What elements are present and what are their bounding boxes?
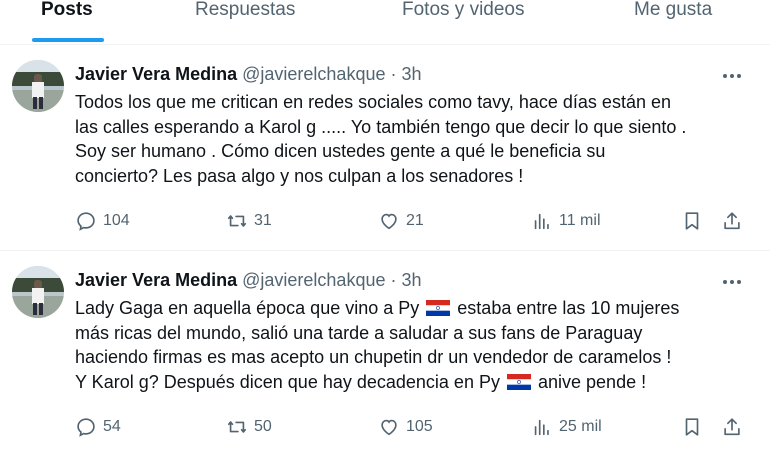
- more-options-icon[interactable]: [720, 65, 744, 87]
- view-count: 11 mil: [559, 212, 601, 229]
- post-time[interactable]: 3h: [402, 270, 422, 290]
- author-handle[interactable]: @javierelchakque: [242, 270, 385, 290]
- active-tab-indicator: [32, 38, 104, 42]
- text-line: las calles esperando a Karol g ..... Yo …: [75, 116, 687, 137]
- like-count: 105: [406, 418, 433, 435]
- views-chart-icon: [534, 419, 549, 436]
- reply-icon: [77, 418, 95, 437]
- post-header: Javier Vera Medina @javierelchakque · 3h: [75, 269, 422, 291]
- heart-icon: [381, 419, 397, 436]
- bookmark-icon: [685, 418, 699, 436]
- post-text: Lady Gaga en aquella época que vino a Py…: [75, 296, 755, 394]
- view-count: 25 mil: [559, 418, 602, 435]
- like-count: 21: [406, 212, 424, 229]
- bookmark-button[interactable]: [681, 209, 703, 233]
- separator-dot: ·: [390, 270, 397, 290]
- bookmark-button[interactable]: [681, 415, 703, 439]
- text-line: concierto? Les pasa algo y nos culpan a …: [75, 165, 524, 186]
- reply-button[interactable]: 54: [75, 415, 121, 439]
- views-chart-icon: [534, 213, 549, 230]
- tab-respuestas[interactable]: Respuestas: [195, 0, 295, 44]
- reply-button[interactable]: 104: [75, 209, 130, 233]
- share-button[interactable]: [721, 209, 743, 233]
- heart-icon: [381, 213, 397, 230]
- repost-button[interactable]: 31: [226, 209, 272, 233]
- share-button[interactable]: [721, 415, 743, 439]
- reply-count: 104: [103, 212, 130, 229]
- repost-count: 50: [254, 418, 272, 435]
- avatar[interactable]: [12, 266, 64, 318]
- repost-button[interactable]: 50: [226, 415, 272, 439]
- post-text: Todos los que me critican en redes socia…: [75, 90, 755, 188]
- bookmark-icon: [685, 212, 699, 230]
- post[interactable]: Javier Vera Medina @javierelchakque · 3h…: [0, 45, 770, 251]
- views-button[interactable]: 11 mil: [531, 209, 601, 233]
- text-line: Soy ser humano . Cómo dicen ustedes gent…: [75, 141, 606, 161]
- reply-count: 54: [103, 418, 121, 435]
- share-icon: [724, 418, 740, 436]
- text-line: Y Karol g? Después dicen que hay decaden…: [75, 371, 647, 392]
- more-options-icon[interactable]: [720, 271, 744, 293]
- paraguay-flag-icon: [426, 300, 451, 316]
- text-line: Todos los que me critican en redes socia…: [75, 92, 671, 112]
- views-button[interactable]: 25 mil: [531, 415, 602, 439]
- paraguay-flag-icon: [506, 373, 531, 390]
- profile-tabs: Posts Respuestas Fotos y videos Me gusta: [0, 0, 770, 45]
- post-time[interactable]: 3h: [402, 64, 422, 84]
- like-button[interactable]: 105: [378, 415, 433, 439]
- author-name[interactable]: Javier Vera Medina: [75, 64, 237, 84]
- repost-count: 31: [254, 212, 272, 229]
- separator-dot: ·: [390, 64, 397, 84]
- post-header: Javier Vera Medina @javierelchakque · 3h: [75, 63, 422, 85]
- like-button[interactable]: 21: [378, 209, 424, 233]
- repost-icon: [227, 215, 247, 227]
- post[interactable]: Javier Vera Medina @javierelchakque · 3h…: [0, 251, 770, 456]
- share-icon: [724, 212, 740, 230]
- author-handle[interactable]: @javierelchakque: [242, 64, 385, 84]
- reply-icon: [77, 212, 95, 231]
- post-actions: 54 50 105 25 mil: [75, 415, 755, 439]
- post-actions: 104 31 21 11 mil: [75, 209, 755, 233]
- author-name[interactable]: Javier Vera Medina: [75, 270, 237, 290]
- tab-me-gusta[interactable]: Me gusta: [634, 0, 712, 44]
- avatar[interactable]: [12, 60, 64, 112]
- text-line: haciendo firmas es mas acepto un chupeti…: [75, 347, 672, 367]
- text-line: Lady Gaga en aquella época que vino a Py…: [75, 298, 680, 318]
- text-line: más ricas del mundo, salió una tarde a s…: [75, 322, 643, 343]
- tab-fotos-y-videos[interactable]: Fotos y videos: [402, 0, 525, 44]
- repost-icon: [227, 421, 247, 433]
